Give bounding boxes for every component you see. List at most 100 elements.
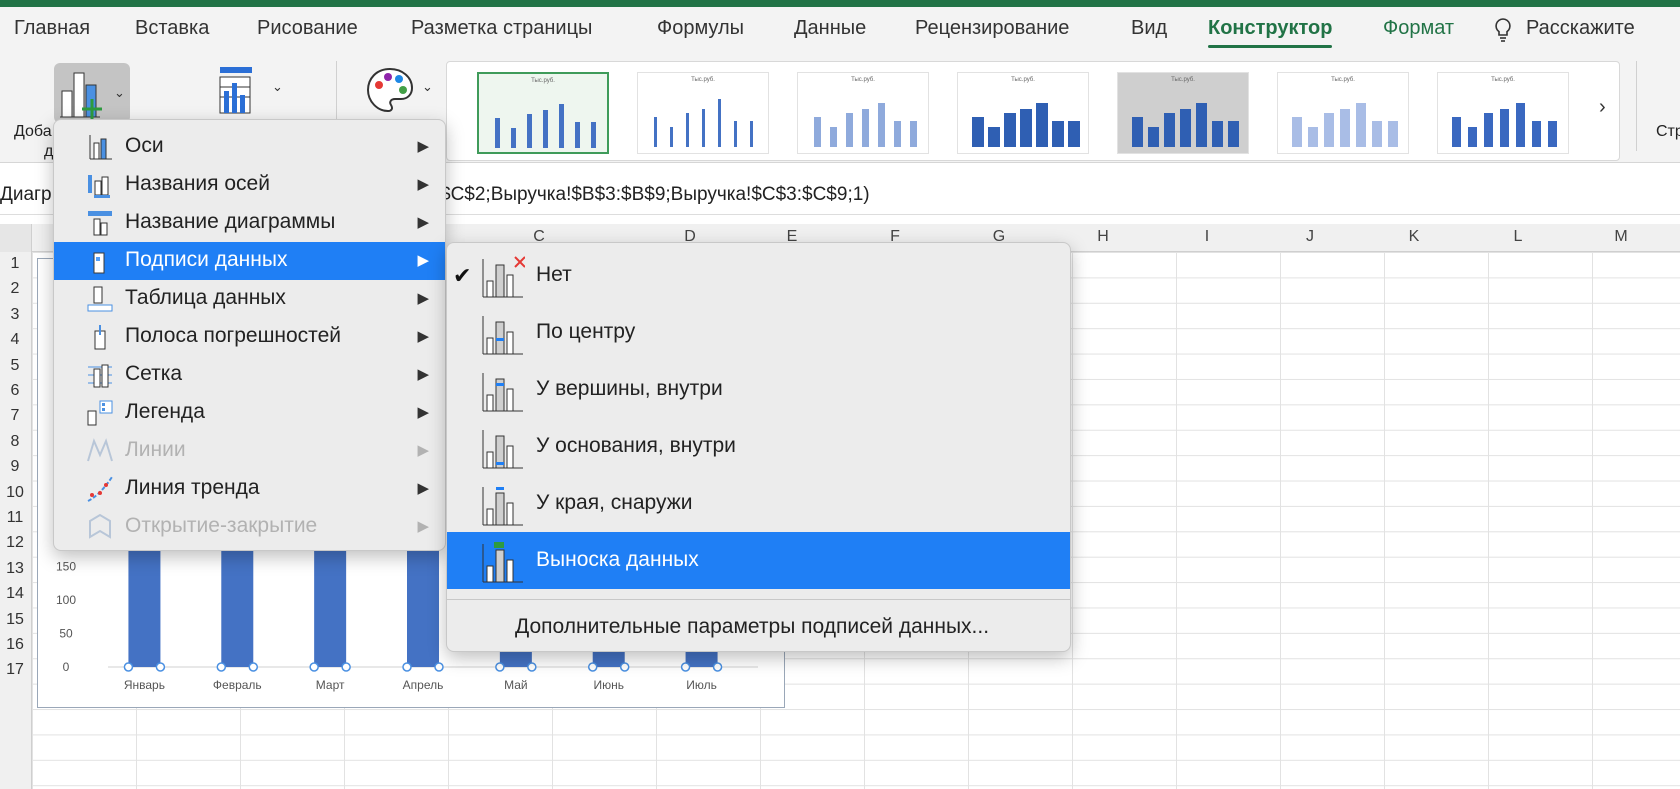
data-label-option-center[interactable]: По центру (447, 304, 1070, 361)
column-header-k[interactable]: K (1394, 228, 1434, 246)
legend-icon (86, 399, 114, 427)
select-all-corner[interactable] (0, 224, 32, 252)
selection-handle (712, 662, 723, 672)
change-colors-button[interactable]: ⌄ (364, 65, 436, 117)
formula-input[interactable]: $C$2;Выручка!$B$3:$B$9;Выручка!$C$3:$C$9… (440, 184, 870, 206)
tab-formulas[interactable]: Формулы (657, 17, 744, 40)
ribbon-tabs: Главная Вставка Рисование Разметка стран… (0, 7, 1680, 53)
axis-titles-icon (86, 171, 114, 199)
row-header[interactable]: 5 (0, 357, 30, 375)
menu-item-axes[interactable]: Оси ▶ (54, 128, 445, 166)
chart-style-7[interactable]: Тыс.руб. (1437, 72, 1569, 154)
column-header-l[interactable]: L (1498, 228, 1538, 246)
submenu-arrow-icon: ▶ (417, 480, 429, 497)
row-header[interactable]: 8 (0, 433, 30, 451)
quick-layout-button[interactable]: ⌄ (214, 65, 286, 117)
menu-item-data-table[interactable]: Таблица данных ▶ (54, 280, 445, 318)
chart-style-6[interactable]: Тыс.руб. (1277, 72, 1409, 154)
row-header[interactable]: 7 (0, 407, 30, 425)
row-header[interactable]: 10 (0, 484, 30, 502)
column-header-h[interactable]: H (1083, 228, 1123, 246)
axes-icon (86, 133, 114, 161)
chevron-down-icon: ⌄ (114, 85, 125, 100)
submenu-arrow-icon: ▶ (417, 404, 429, 421)
menu-item-gridlines[interactable]: Сетка ▶ (54, 356, 445, 394)
x-category-label: Апрель (403, 678, 444, 692)
tab-data[interactable]: Данные (794, 17, 866, 40)
column-header-i[interactable]: I (1187, 228, 1227, 246)
data-label-option-inside-base[interactable]: У основания, внутри (447, 418, 1070, 475)
menu-item-data-labels[interactable]: Подписи данных ▶ (54, 242, 445, 280)
thumb-bars (654, 99, 753, 147)
row-header[interactable]: 9 (0, 458, 30, 476)
data-label-option-callout[interactable]: Выноска данных (447, 532, 1070, 589)
y-tick-label: 150 (56, 560, 76, 574)
submenu-arrow-icon: ▶ (417, 214, 429, 231)
x-category-label: Май (504, 678, 528, 692)
data-label-option-label: У основания, внутри (536, 434, 736, 457)
data-label-callout-icon (481, 540, 525, 584)
menu-item-trendline[interactable]: Линия тренда ▶ (54, 470, 445, 508)
tab-format[interactable]: Формат (1383, 17, 1454, 40)
row-header[interactable]: 17 (0, 661, 30, 679)
row-header[interactable]: 3 (0, 306, 30, 324)
row-header[interactable]: 13 (0, 560, 30, 578)
column-header-j[interactable]: J (1290, 228, 1330, 246)
gallery-next-icon[interactable]: › (1599, 96, 1606, 119)
tab-tell-me[interactable]: Расскажите (1526, 17, 1635, 40)
chart-style-4[interactable]: Тыс.руб. (957, 72, 1089, 154)
data-label-option-inside-end[interactable]: У вершины, внутри (447, 361, 1070, 418)
tab-home[interactable]: Главная (14, 17, 90, 40)
menu-item-axis-titles[interactable]: Названия осей ▶ (54, 166, 445, 204)
thumb-title: Тыс.руб. (691, 77, 715, 83)
name-box[interactable]: Диагр (0, 184, 52, 206)
submenu-arrow-icon: ▶ (417, 518, 429, 535)
row-header[interactable]: 2 (0, 280, 30, 298)
chart-style-2[interactable]: Тыс.руб. (637, 72, 769, 154)
row-header[interactable]: 14 (0, 585, 30, 603)
row-header[interactable]: 4 (0, 331, 30, 349)
tab-view[interactable]: Вид (1131, 17, 1167, 40)
data-label-option-label: У края, снаружи (536, 491, 693, 514)
data-label-option-none[interactable]: ✔ Нет (447, 247, 1070, 304)
row-header[interactable]: 15 (0, 611, 30, 629)
quick-layout-icon (219, 67, 252, 114)
more-data-label-options[interactable]: Дополнительные параметры подписей данных… (515, 615, 989, 639)
tab-chart-design[interactable]: Конструктор (1208, 17, 1333, 48)
chart-style-5[interactable]: Тыс.руб. (1117, 72, 1249, 154)
selection-handle (619, 662, 630, 672)
row-header[interactable]: 1 (0, 255, 30, 273)
chart-title-icon (86, 209, 114, 237)
thumb-title: Тыс.руб. (1491, 77, 1515, 83)
submenu-arrow-icon: ▶ (417, 442, 429, 459)
menu-item-error-bars[interactable]: Полоса погрешностей ▶ (54, 318, 445, 356)
submenu-arrow-icon: ▶ (417, 328, 429, 345)
data-label-center-icon (481, 312, 525, 356)
row-header[interactable]: 12 (0, 534, 30, 552)
column-header-m[interactable]: M (1601, 228, 1641, 246)
data-label-option-label: По центру (536, 320, 636, 343)
data-table-icon (86, 285, 114, 313)
tab-insert[interactable]: Вставка (135, 17, 209, 40)
data-label-outside-end-icon (481, 483, 525, 527)
tab-draw[interactable]: Рисование (257, 17, 358, 40)
row-header[interactable]: 11 (0, 509, 30, 527)
x-category-label: Июнь (593, 678, 624, 692)
thumb-title: Тыс.руб. (1171, 77, 1195, 83)
lightbulb-icon (1494, 17, 1512, 48)
row-header[interactable]: 16 (0, 636, 30, 654)
x-category-label: Февраль (213, 678, 262, 692)
chart-styles-gallery: Тыс.руб. Тыс.руб. Тыс.руб. Тыс.руб. Тыс.… (446, 61, 1620, 161)
menu-item-label: Таблица данных (125, 286, 286, 309)
thumb-title: Тыс.руб. (1011, 77, 1035, 83)
menu-item-chart-title[interactable]: Название диаграммы ▶ (54, 204, 445, 242)
menu-item-legend[interactable]: Легенда ▶ (54, 394, 445, 432)
row-header[interactable]: 6 (0, 382, 30, 400)
chart-style-1[interactable]: Тыс.руб. (477, 72, 609, 154)
chevron-down-icon: ⌄ (272, 79, 283, 94)
tab-review[interactable]: Рецензирование (915, 17, 1069, 40)
add-chart-element-button[interactable]: ⌄ (54, 63, 130, 123)
data-label-option-outside-end[interactable]: У края, снаружи (447, 475, 1070, 532)
tab-page-layout[interactable]: Разметка страницы (411, 17, 592, 40)
chart-style-3[interactable]: Тыс.руб. (797, 72, 929, 154)
